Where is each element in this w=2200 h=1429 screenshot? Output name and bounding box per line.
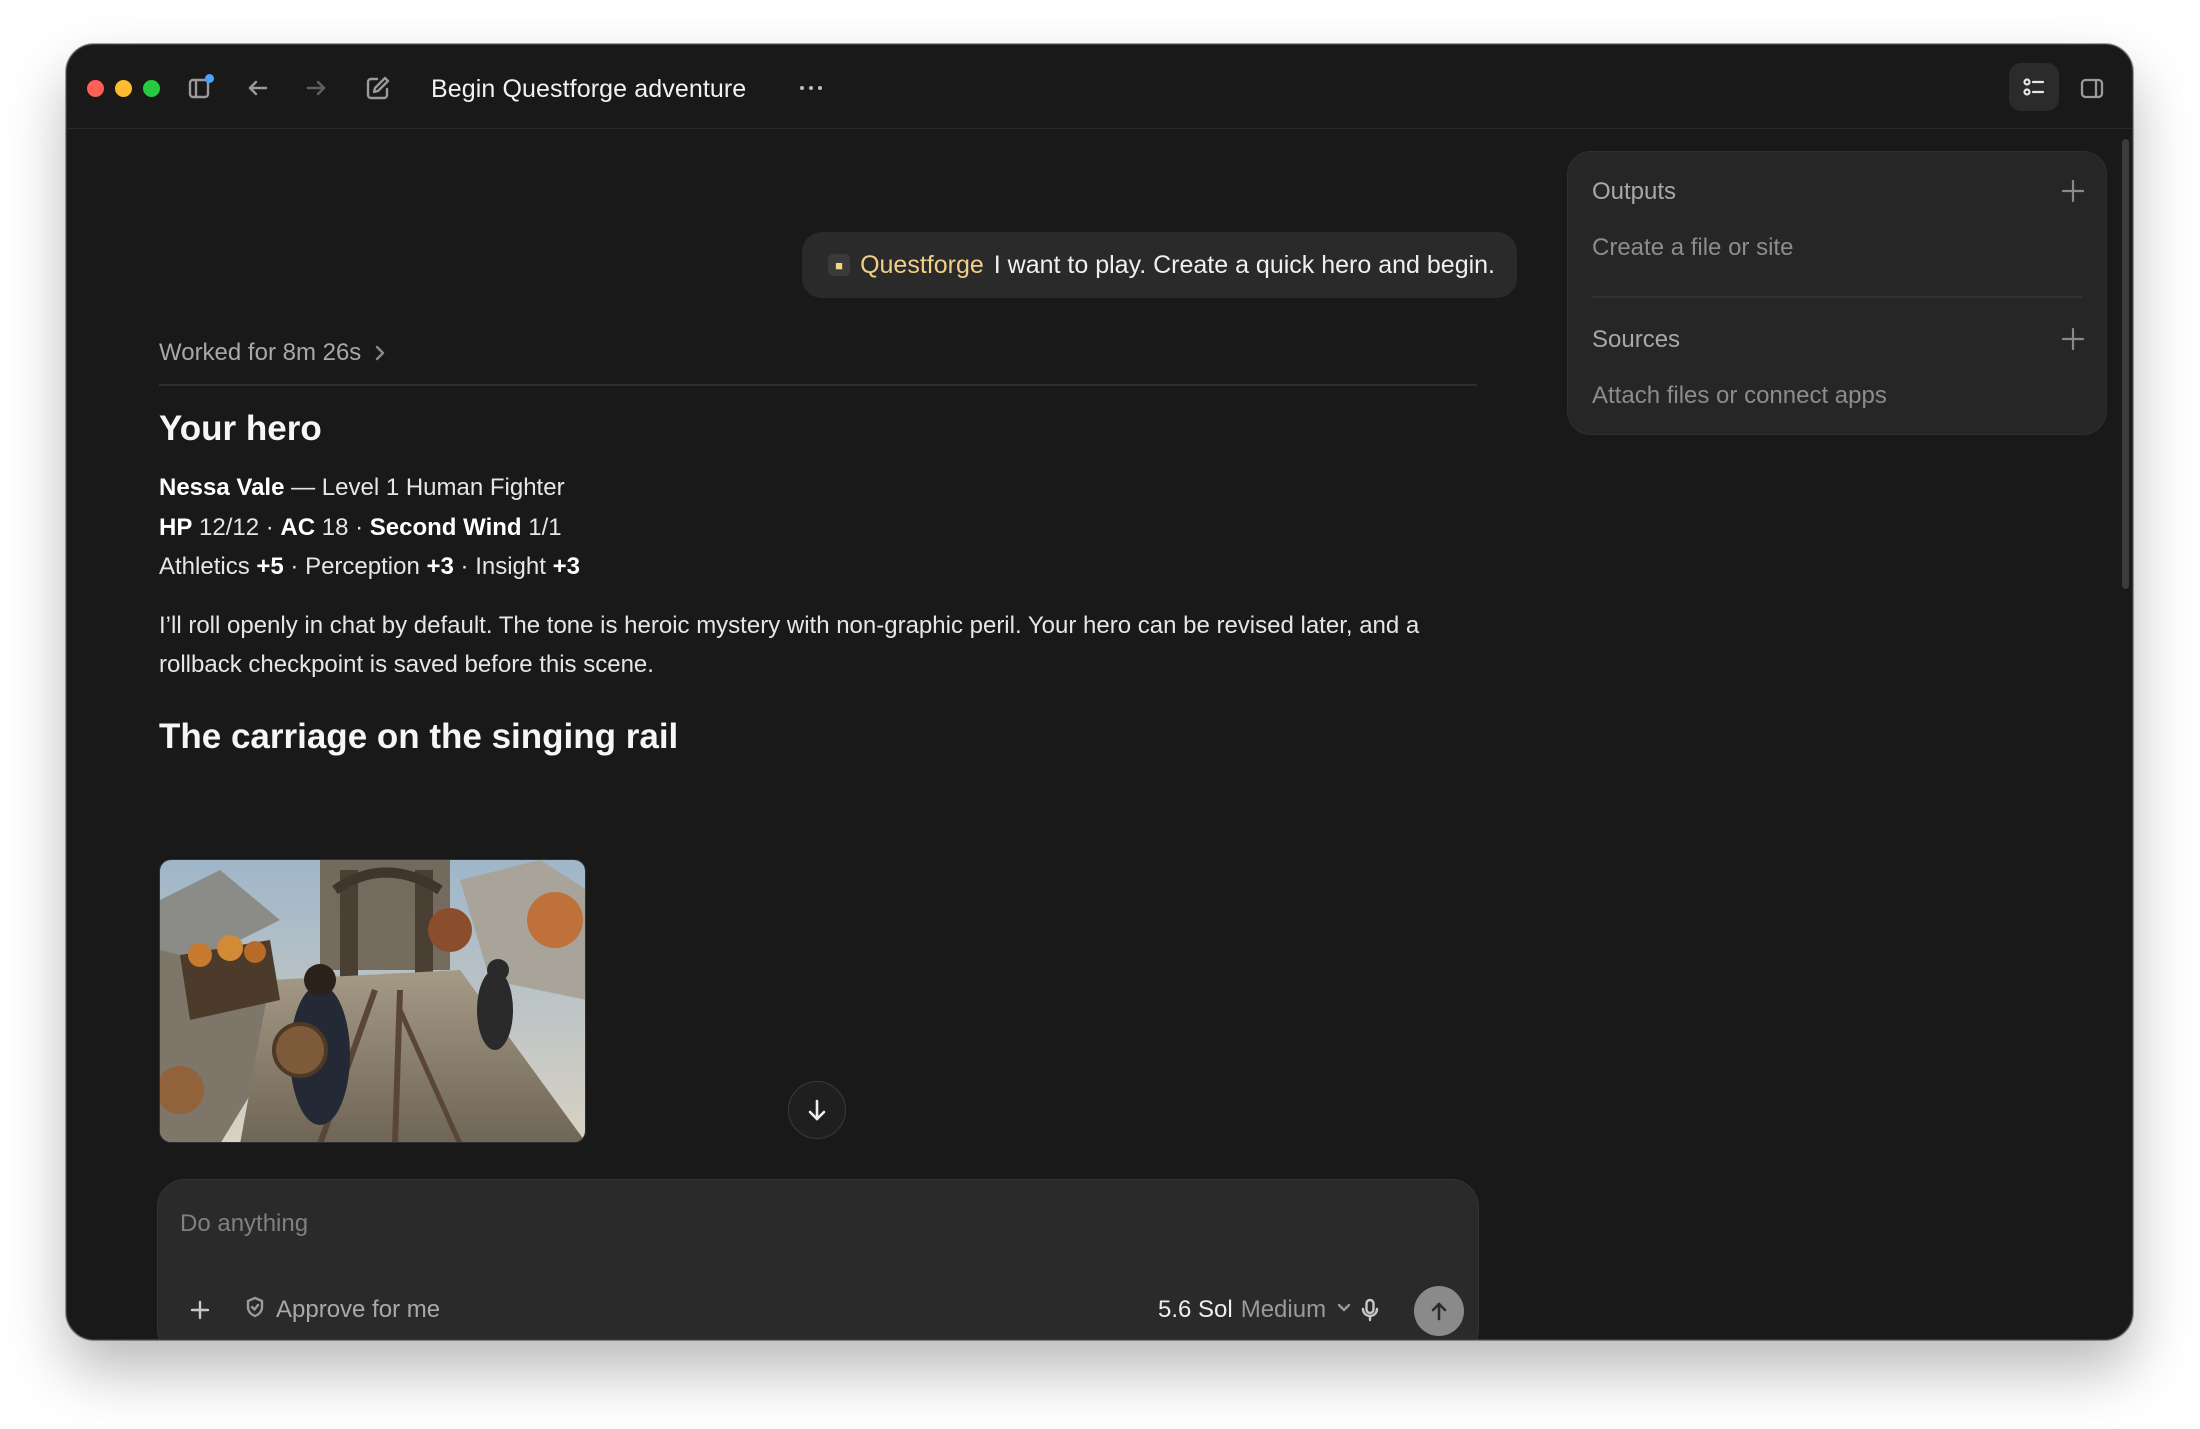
hero-name: Nessa Vale [159,474,285,501]
divider [159,384,1477,386]
hero-identity-line: Nessa Vale — Level 1 Human Fighter [159,474,565,501]
voice-input-button[interactable] [1350,1290,1390,1330]
model-selector[interactable]: 5.6 Sol Medium [1158,1292,1354,1328]
app-mention[interactable]: Questforge [860,251,984,280]
model-effort-level: Medium [1240,1296,1327,1323]
close-window-button[interactable] [87,80,104,97]
model-name: 5.6 Sol [1158,1296,1233,1323]
message-composer: Approve for me 5.6 Sol Medium [157,1179,1479,1339]
right-panel-toggle-button[interactable] [2073,69,2111,107]
arrow-up-icon [1431,1302,1447,1321]
sources-hint[interactable]: Attach files or connect apps [1592,382,1887,410]
outputs-sources-panel: Outputs Create a file or site Sources At… [1567,151,2107,435]
scene-heading: The carriage on the singing rail [159,716,679,756]
chevron-right-icon [376,345,385,361]
hero-combat-line: HP 12/12 · AC 18 · Second Wind 1/1 [159,513,562,541]
sidebar-toggle-button[interactable] [181,69,219,107]
scroll-to-bottom-button[interactable] [788,1081,846,1139]
add-source-button[interactable] [2058,324,2088,354]
outputs-hint[interactable]: Create a file or site [1592,234,1793,262]
panel-icon [2080,78,2104,99]
send-button[interactable] [1414,1286,1464,1336]
user-message-bubble: ■ Questforge I want to play. Create a qu… [802,232,1517,298]
new-chat-button[interactable] [359,69,397,107]
user-message-text: I want to play. Create a quick hero and … [993,250,1495,279]
more-options-button[interactable] [791,70,831,106]
scene-image [160,860,585,1142]
approve-for-me-toggle[interactable]: Approve for me [244,1292,440,1328]
forward-button[interactable] [297,69,335,107]
plus-icon [2061,327,2085,351]
add-attachment-button[interactable] [180,1290,220,1330]
shield-icon [244,1295,266,1326]
outputs-title: Outputs [1592,178,1677,205]
back-button[interactable] [239,69,277,107]
title-bar: Begin Questforge adventure [67,45,2132,129]
add-output-button[interactable] [2058,176,2088,206]
prompt-input[interactable] [180,1206,1380,1242]
scene-illustration[interactable] [159,859,586,1143]
back-arrow-icon [248,80,268,96]
session-description: I’ll roll openly in chat by default. The… [159,611,1420,679]
worked-duration-label: Worked for 8m 26s [159,339,362,366]
minimize-window-button[interactable] [115,80,132,97]
hero-skills-line: Athletics +5 · Perception +3 · Insight +… [159,553,580,580]
app-window: Begin Questforge adventure ■ Questforge … [66,44,2133,1340]
plus-icon [190,1300,210,1320]
sources-title: Sources [1592,326,1681,353]
questforge-app-icon: ■ [828,254,851,276]
conversation-area: ■ Questforge I want to play. Create a qu… [67,129,1607,1339]
window-title: Begin Questforge adventure [431,75,747,103]
approve-label: Approve for me [276,1296,441,1323]
tasks-toggle-button[interactable] [2009,63,2059,111]
microphone-icon [1361,1298,1379,1322]
more-icon [800,86,804,90]
arrow-down-icon [808,1099,826,1121]
panel-divider [1592,296,2082,298]
assistant-response: Your hero Nessa Vale — Level 1 Human Fig… [159,405,1479,761]
plus-icon [2061,179,2085,203]
notification-dot [205,74,214,83]
forward-arrow-icon [306,80,326,96]
scrollbar[interactable] [2122,139,2129,589]
hero-heading: Your hero [159,409,322,448]
checklist-icon [2023,78,2045,96]
worked-duration-toggle[interactable]: Worked for 8m 26s [159,339,389,367]
zoom-window-button[interactable] [143,80,160,97]
new-chat-icon [366,76,390,100]
